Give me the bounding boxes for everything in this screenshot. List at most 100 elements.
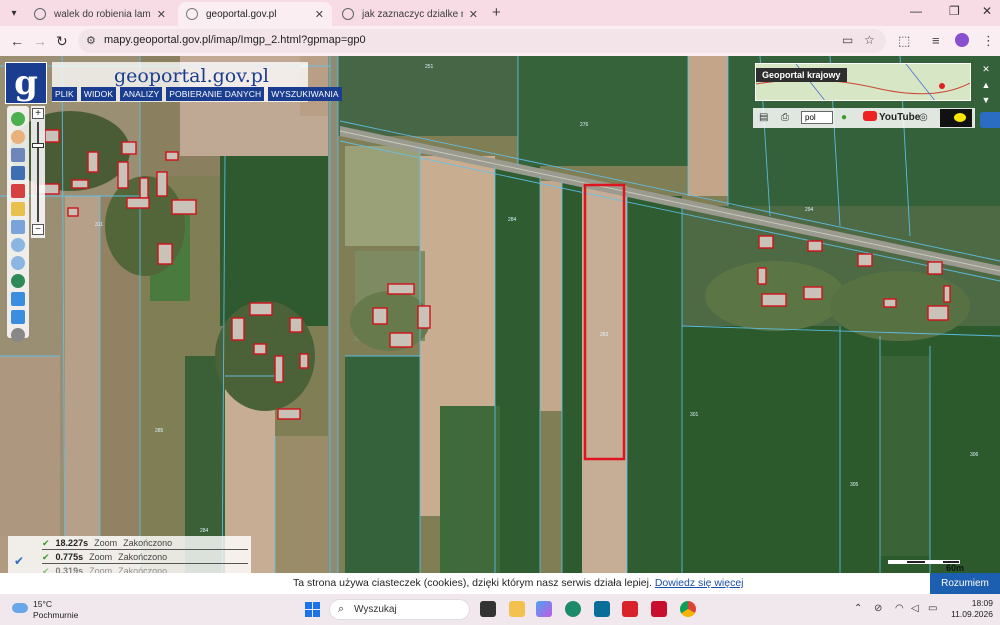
settings-wheel-icon[interactable]: [11, 328, 25, 342]
profile-avatar[interactable]: [955, 33, 969, 47]
tab-title: walek do robienia lamperii - Szu: [54, 8, 151, 20]
tab-lamperia[interactable]: walek do robienia lamperii - Szu ✕: [26, 2, 174, 26]
youtube-icon: [863, 111, 877, 121]
restore-icon[interactable]: ❐: [949, 4, 960, 18]
layers-icon[interactable]: [11, 148, 25, 162]
file-explorer-icon[interactable]: [509, 601, 525, 617]
map-tools-panel: [7, 106, 29, 342]
extensions-icon[interactable]: ⬚: [898, 33, 910, 49]
zoom-handle[interactable]: [32, 143, 44, 148]
svg-text:311: 311: [95, 222, 103, 228]
menu-wyszukiwania[interactable]: WYSZUKIWANIA: [268, 87, 342, 101]
cookie-accept-button[interactable]: Rozumiem: [930, 573, 1000, 594]
log-row: ✔ 0.775s Zoom Zakończono: [42, 551, 248, 564]
clock-time: 18:09: [971, 598, 993, 608]
svg-text:301: 301: [690, 412, 699, 418]
previous-view-icon[interactable]: [11, 292, 25, 306]
tab-jak-zaznaczyc[interactable]: jak zaznaczyc dzialke na geopo ✕: [334, 2, 486, 26]
bookmark-star-icon[interactable]: ☆: [864, 33, 875, 47]
menu-analizy[interactable]: ANALIZY: [120, 87, 163, 101]
xyz-coordinates-icon[interactable]: [11, 220, 25, 234]
tab-search-dropdown[interactable]: ▾: [4, 4, 24, 22]
svg-text:276: 276: [580, 122, 589, 128]
address-bar[interactable]: ⚙ mapy.geoportal.gov.pl/imap/Imgp_2.html…: [78, 29, 886, 53]
accessibility-icon[interactable]: ◎: [919, 112, 928, 123]
minimap-up-icon[interactable]: ▲: [979, 80, 993, 90]
url-text[interactable]: mapy.geoportal.gov.pl/imap/Imgp_2.html?g…: [104, 34, 366, 46]
aerial-map-image: 311247251 276283284 285284294 301306305: [0, 56, 1000, 594]
log-row: ✔ 18.227s Zoom Zakończono: [42, 537, 248, 550]
new-tab-button[interactable]: +: [492, 4, 501, 21]
zoom-plus-button[interactable]: +: [32, 108, 44, 119]
site-info-icon[interactable]: ⚙: [86, 34, 96, 47]
zoom-slider[interactable]: + −: [31, 106, 45, 238]
legend-icon[interactable]: ▤: [759, 112, 768, 123]
zoom-in-icon[interactable]: [11, 238, 25, 252]
print-icon[interactable]: ⎙: [781, 112, 789, 123]
network-off-icon[interactable]: ⊘: [874, 603, 882, 614]
minimap-down-icon[interactable]: ▼: [979, 95, 993, 105]
language-select[interactable]: pol: [801, 111, 833, 124]
task-view-icon[interactable]: [480, 601, 496, 617]
battery-icon[interactable]: ▭: [928, 603, 937, 614]
youtube-link[interactable]: YouTube: [863, 111, 920, 123]
zoom-out-icon[interactable]: [11, 256, 25, 270]
select-parcel-icon[interactable]: [11, 166, 25, 180]
cast-icon[interactable]: ▭: [842, 33, 853, 47]
system-clock[interactable]: 18:09 11.09.2026: [945, 598, 993, 620]
close-tab-icon[interactable]: ✕: [469, 8, 478, 21]
menu-plik[interactable]: PLIK: [52, 87, 77, 101]
reading-list-icon[interactable]: ≡: [932, 33, 940, 48]
lidl-app-icon[interactable]: [622, 601, 638, 617]
info-icon[interactable]: [11, 112, 25, 126]
menu-pobieranie-danych[interactable]: POBIERANIE DANYCH: [166, 87, 265, 101]
mcafee-icon[interactable]: [651, 601, 667, 617]
tab-geoportal[interactable]: geoportal.gov.pl ✕: [178, 2, 332, 26]
svg-text:284: 284: [508, 217, 517, 223]
minimize-icon[interactable]: —: [910, 4, 922, 18]
close-tab-icon[interactable]: ✕: [315, 8, 324, 21]
search-placeholder: Wyszukaj: [354, 604, 397, 615]
pan-hand-icon[interactable]: [11, 130, 25, 144]
browser-toolbar: ← → ↻ ⚙ mapy.geoportal.gov.pl/imap/Imgp_…: [0, 26, 1000, 56]
close-window-icon[interactable]: ✕: [982, 4, 992, 18]
cookie-message: Ta strona używa ciasteczek (cookies), dz…: [293, 577, 744, 589]
help-icon[interactable]: ●: [841, 112, 847, 123]
map-viewport[interactable]: 311247251 276283284 285284294 301306305 …: [0, 56, 1000, 594]
minimap-controls: ✕ ▲ ▼: [979, 64, 993, 116]
close-tab-icon[interactable]: ✕: [157, 8, 166, 21]
tab-title: jak zaznaczyc dzialke na geopo: [362, 8, 463, 20]
start-button[interactable]: [305, 602, 320, 617]
next-view-icon[interactable]: [11, 310, 25, 324]
contrast-eye-button[interactable]: [940, 109, 972, 127]
menu-dots-icon[interactable]: ⋮: [982, 33, 995, 49]
volume-icon[interactable]: ◁: [911, 603, 919, 614]
copilot-icon[interactable]: [536, 601, 552, 617]
draw-pencil-icon[interactable]: [11, 202, 25, 216]
geoportal-logo[interactable]: g: [5, 62, 47, 104]
cookie-more-link[interactable]: Dowiedz się więcej: [655, 577, 744, 589]
svg-text:285: 285: [155, 428, 164, 434]
zoom-track[interactable]: [37, 122, 39, 222]
edge-icon[interactable]: [565, 601, 581, 617]
svg-text:294: 294: [805, 207, 814, 213]
store-icon[interactable]: [594, 601, 610, 617]
side-panel-toggle[interactable]: [980, 112, 1000, 128]
eye-icon: [954, 113, 966, 122]
back-icon[interactable]: ←: [10, 33, 24, 49]
minimap-close-icon[interactable]: ✕: [979, 64, 993, 75]
taskbar-search[interactable]: ⌕ Wyszukaj: [329, 599, 470, 620]
reload-icon[interactable]: ↻: [56, 33, 68, 50]
map-scale-bar: 60m: [888, 558, 964, 573]
menu-widok[interactable]: WIDOK: [80, 87, 117, 101]
erase-selection-icon[interactable]: [11, 184, 25, 198]
wifi-icon[interactable]: ◠: [895, 603, 904, 614]
forward-icon[interactable]: →: [33, 33, 47, 49]
zoom-minus-button[interactable]: −: [32, 224, 44, 235]
geoportal-menu: PLIK WIDOK ANALIZY POBIERANIE DANYCH WYS…: [52, 87, 342, 101]
log-check-icon: ✔: [14, 554, 25, 568]
chrome-icon[interactable]: [680, 601, 696, 617]
overview-minimap[interactable]: Geoportal krajowy: [755, 63, 971, 101]
globe-icon[interactable]: [11, 274, 25, 288]
tray-chevron-icon[interactable]: ⌃: [854, 603, 862, 614]
